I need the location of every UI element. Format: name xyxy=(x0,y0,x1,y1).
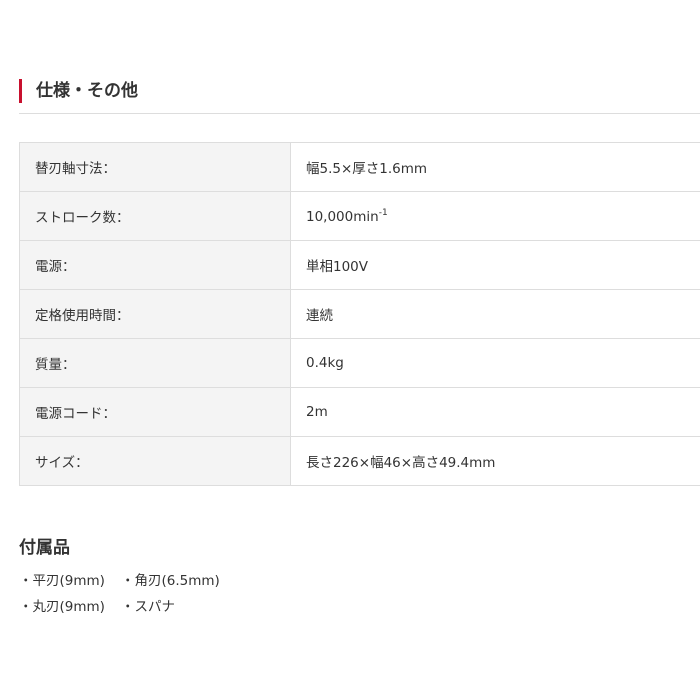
accessory-item: ・丸刃(9mm) xyxy=(19,599,105,615)
section-title: 仕様・その他 xyxy=(36,81,138,101)
accessory-item: ・スパナ xyxy=(121,599,175,615)
spec-value: 幅5.5×厚さ1.6mm xyxy=(290,142,700,192)
spec-row: 替刃軸寸法： 幅5.5×厚さ1.6mm xyxy=(19,142,700,192)
accessory-item: ・平刃(9mm) xyxy=(19,573,105,589)
spec-table: 替刃軸寸法： 幅5.5×厚さ1.6mm ストローク数： 10,000min-1 … xyxy=(19,142,700,486)
spec-label: サイズ： xyxy=(19,436,291,486)
spec-row: 電源： 単相100V xyxy=(19,240,700,290)
spec-value: 連続 xyxy=(290,289,700,339)
spec-value-exponent: -1 xyxy=(378,207,388,218)
section-divider xyxy=(19,113,700,114)
spec-row: 質量： 0.4kg xyxy=(19,338,700,388)
spec-row: 電源コード： 2m xyxy=(19,387,700,437)
accessory-item: ・角刃(6.5mm) xyxy=(121,573,220,589)
spec-row: ストローク数： 10,000min-1 xyxy=(19,191,700,241)
spec-value: 10,000min-1 xyxy=(290,191,700,241)
spec-value: 0.4kg xyxy=(290,338,700,388)
spec-value-text: 10,000min xyxy=(306,208,379,225)
spec-label: ストローク数： xyxy=(19,191,291,241)
spec-label: 替刃軸寸法： xyxy=(19,142,291,192)
spec-value: 長さ226×幅46×高さ49.4mm xyxy=(290,436,700,486)
spec-label: 電源： xyxy=(19,240,291,290)
spec-value: 単相100V xyxy=(290,240,700,290)
spec-label: 質量： xyxy=(19,338,291,388)
spec-label: 電源コード： xyxy=(19,387,291,437)
accessories-title: 付属品 xyxy=(19,538,70,558)
spec-row: サイズ： 長さ226×幅46×高さ49.4mm xyxy=(19,436,700,486)
spec-label: 定格使用時間： xyxy=(19,289,291,339)
spec-value: 2m xyxy=(290,387,700,437)
section-accent-bar xyxy=(19,79,22,103)
section-header: 仕様・その他 xyxy=(19,79,700,103)
spec-row: 定格使用時間： 連続 xyxy=(19,289,700,339)
